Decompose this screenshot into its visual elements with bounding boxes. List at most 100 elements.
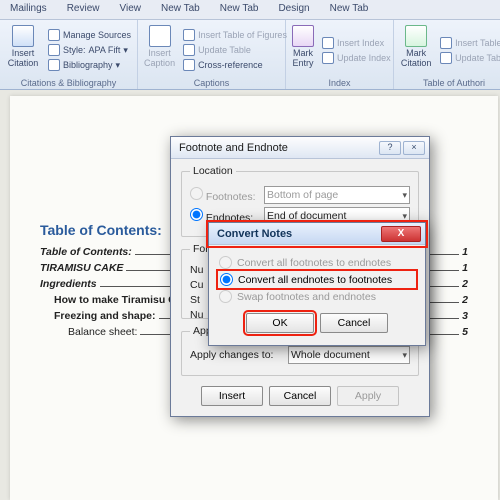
- cross-reference-button[interactable]: Cross-reference: [181, 58, 289, 72]
- apply-to-label: Apply changes to:: [190, 349, 282, 361]
- ribbon-tabs: Mailings Review View New Tab New Tab Des…: [0, 0, 500, 20]
- footnotes-row: Footnotes: Bottom of page: [190, 186, 410, 204]
- toc-page: 1: [462, 262, 468, 274]
- group-label-captions: Captions: [142, 77, 281, 88]
- opt2-radio[interactable]: [220, 273, 233, 286]
- insert-toa-label: Insert Table: [455, 38, 500, 48]
- crossref-icon: [183, 59, 195, 71]
- toc-page: 3: [462, 310, 468, 322]
- mark-entry-button[interactable]: Mark Entry: [290, 23, 316, 77]
- tab-view[interactable]: View: [109, 0, 151, 19]
- toa-icon: [440, 37, 452, 49]
- bibliography-icon: [48, 59, 60, 71]
- tab-mailings[interactable]: Mailings: [0, 0, 57, 19]
- group-toa: Mark Citation Insert Table Update Table …: [394, 20, 500, 89]
- apply-to-value: Whole document: [291, 349, 370, 361]
- tab-new1[interactable]: New Tab: [151, 0, 210, 19]
- update-index-icon: [322, 52, 334, 64]
- close-button[interactable]: ×: [403, 141, 425, 155]
- insert-index-label: Insert Index: [337, 38, 384, 48]
- crossref-label: Cross-reference: [198, 60, 263, 70]
- toc-label: How to make Tiramisu C: [54, 294, 176, 306]
- apply-to-combo[interactable]: Whole document: [288, 346, 410, 364]
- update-icon: [183, 44, 195, 56]
- mark-citation-label: Mark Citation: [400, 48, 432, 68]
- opt3-label: Swap footnotes and endnotes: [237, 291, 376, 303]
- cancel-button[interactable]: Cancel: [269, 386, 331, 406]
- mark-citation-icon: [405, 25, 427, 47]
- opt-swap: Swap footnotes and endnotes: [219, 290, 415, 303]
- convert-titlebar[interactable]: Convert Notes X: [209, 223, 425, 245]
- toc-label: Table of Contents:: [40, 246, 132, 258]
- update-toa-label: Update Table: [455, 53, 500, 63]
- tof-icon: [183, 29, 195, 41]
- dialog-titlebar[interactable]: Footnote and Endnote ? ×: [171, 137, 429, 159]
- sources-icon: [48, 29, 60, 41]
- update-index-label: Update Index: [337, 53, 391, 63]
- help-button[interactable]: ?: [379, 141, 401, 155]
- apply-to-row: Apply changes to: Whole document: [190, 346, 410, 364]
- insert-toa-button: Insert Table: [438, 36, 500, 50]
- tab-design[interactable]: Design: [268, 0, 319, 19]
- style-icon: [48, 44, 60, 56]
- opt1-label: Convert all footnotes to endnotes: [237, 257, 391, 269]
- toc-label: Ingredients: [40, 278, 97, 290]
- style-dropdown[interactable]: Style: APA Fift ▾: [46, 43, 133, 57]
- insert-citation-label: Insert Citation: [6, 48, 40, 68]
- tab-review[interactable]: Review: [57, 0, 110, 19]
- endnotes-radio[interactable]: [190, 208, 203, 221]
- group-label-citations: Citations & Bibliography: [4, 77, 133, 88]
- tof-label: Insert Table of Figures: [198, 30, 287, 40]
- tab-new2[interactable]: New Tab: [210, 0, 269, 19]
- insert-index-button: Insert Index: [320, 36, 393, 50]
- group-captions: Insert Caption Insert Table of Figures U…: [138, 20, 286, 89]
- footnotes-label: Footnotes:: [206, 191, 256, 203]
- insert-button[interactable]: Insert: [201, 386, 263, 406]
- insert-citation-button[interactable]: Insert Citation: [4, 23, 42, 77]
- ok-button[interactable]: OK: [246, 313, 314, 333]
- update-index-button: Update Index: [320, 51, 393, 65]
- group-label-toa: Table of Authori: [398, 77, 500, 88]
- footnotes-combo: Bottom of page: [264, 186, 410, 204]
- opt1-radio: [219, 256, 232, 269]
- opt-endnotes-to-footnotes[interactable]: Convert all endnotes to footnotes: [219, 272, 415, 287]
- dialog-title: Footnote and Endnote: [179, 142, 288, 154]
- mark-citation-button[interactable]: Mark Citation: [398, 23, 434, 77]
- manage-sources-label: Manage Sources: [63, 30, 131, 40]
- bibliography-label: Bibliography: [63, 60, 113, 70]
- toc-label: Freezing and shape:: [54, 310, 156, 322]
- close-icon[interactable]: X: [381, 226, 421, 242]
- index-icon: [322, 37, 334, 49]
- update-table-button: Update Table: [181, 43, 289, 57]
- toc-label: TIRAMISU CAKE: [40, 262, 123, 274]
- caption-icon: [149, 25, 171, 47]
- mark-entry-icon: [292, 25, 314, 47]
- update-toa-icon: [440, 52, 452, 64]
- toc-page: 1: [462, 246, 468, 258]
- group-citations: Insert Citation Manage Sources Style: AP…: [0, 20, 138, 89]
- style-label: Style:: [63, 45, 86, 55]
- footnotes-radio: [190, 187, 203, 200]
- bibliography-button[interactable]: Bibliography ▾: [46, 58, 133, 72]
- toc-label: Balance sheet:: [68, 326, 137, 338]
- convert-notes-dialog: Convert Notes X Convert all footnotes to…: [208, 222, 426, 346]
- endnotes-value: End of document: [267, 210, 346, 222]
- toc-page: 2: [462, 278, 468, 290]
- update-toa-button: Update Table: [438, 51, 500, 65]
- opt3-radio: [219, 290, 232, 303]
- group-index: Mark Entry Insert Index Update Index Ind…: [286, 20, 394, 89]
- toc-page: 5: [462, 326, 468, 338]
- manage-sources-button[interactable]: Manage Sources: [46, 28, 133, 42]
- convert-cancel-button[interactable]: Cancel: [320, 313, 388, 333]
- convert-title: Convert Notes: [217, 228, 292, 240]
- group-label-index: Index: [290, 77, 389, 88]
- insert-caption-label: Insert Caption: [144, 48, 175, 68]
- insert-tof-button: Insert Table of Figures: [181, 28, 289, 42]
- style-value: APA Fift: [89, 45, 121, 55]
- tab-new3[interactable]: New Tab: [320, 0, 379, 19]
- location-legend: Location: [190, 165, 236, 177]
- toc-page: 2: [462, 294, 468, 306]
- insert-caption-button: Insert Caption: [142, 23, 177, 77]
- opt2-label: Convert all endnotes to footnotes: [238, 274, 392, 286]
- apply-button: Apply: [337, 386, 399, 406]
